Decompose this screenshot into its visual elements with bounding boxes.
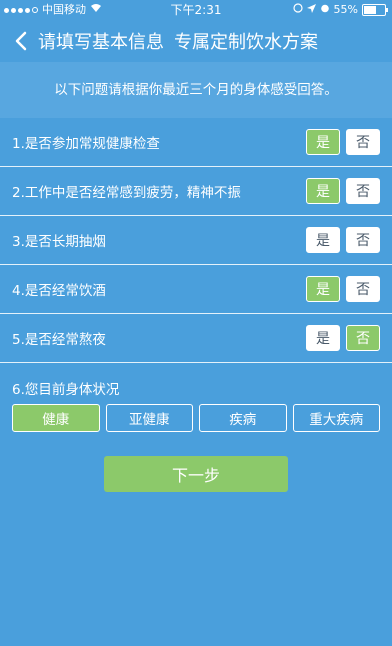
no-button[interactable]: 否 <box>346 276 380 302</box>
battery-icon <box>362 4 388 16</box>
question-row-3: 3.是否长期抽烟 是 否 <box>0 216 392 264</box>
question-row-5: 5.是否经常熬夜 是 否 <box>0 314 392 362</box>
back-button[interactable] <box>10 20 32 62</box>
yes-button[interactable]: 是 <box>306 178 340 204</box>
status-right: 55% <box>292 0 388 20</box>
health-option-serious-disease[interactable]: 重大疾病 <box>292 404 380 432</box>
question-text: 3.是否长期抽烟 <box>12 234 106 250</box>
yes-button[interactable]: 是 <box>306 227 340 253</box>
question-text: 2.工作中是否经常感到疲劳，精神不振 <box>12 185 241 201</box>
next-button[interactable]: 下一步 <box>104 456 288 492</box>
divider <box>0 362 392 363</box>
yes-button[interactable]: 是 <box>306 276 340 302</box>
chevron-left-icon <box>15 31 27 51</box>
health-status-options: 健康 亚健康 疾病 重大疾病 <box>12 404 380 432</box>
health-option-disease[interactable]: 疾病 <box>199 404 287 432</box>
question-text: 1.是否参加常规健康检查 <box>12 136 160 152</box>
question-row-4: 4.是否经常饮酒 是 否 <box>0 265 392 313</box>
health-status-label: 6.您目前身体状况 <box>12 382 120 398</box>
question-row-2: 2.工作中是否经常感到疲劳，精神不振 是 否 <box>0 167 392 215</box>
health-option-subhealthy[interactable]: 亚健康 <box>105 404 193 432</box>
rotation-lock-icon <box>292 0 303 20</box>
yes-button[interactable]: 是 <box>306 129 340 155</box>
alarm-icon <box>320 0 330 20</box>
no-button[interactable]: 否 <box>346 129 380 155</box>
yes-button[interactable]: 是 <box>306 325 340 351</box>
health-option-healthy[interactable]: 健康 <box>12 404 100 432</box>
no-button[interactable]: 否 <box>346 325 380 351</box>
question-text: 5.是否经常熬夜 <box>12 332 106 348</box>
no-button[interactable]: 否 <box>346 178 380 204</box>
page-title: 请填写基本信息 <box>38 32 164 53</box>
location-icon <box>306 0 316 20</box>
nav-bar: 请填写基本信息 专属定制饮水方案 <box>0 20 392 62</box>
status-bar: 中国移动 下午2:31 55% <box>0 0 392 20</box>
battery-label: 55% <box>333 3 358 16</box>
no-button[interactable]: 否 <box>346 227 380 253</box>
question-text: 4.是否经常饮酒 <box>12 283 106 299</box>
page-subtitle: 专属定制饮水方案 <box>174 32 318 53</box>
question-row-1: 1.是否参加常规健康检查 是 否 <box>0 118 392 166</box>
intro-text: 以下问题请根据你最近三个月的身体感受回答。 <box>0 62 392 118</box>
